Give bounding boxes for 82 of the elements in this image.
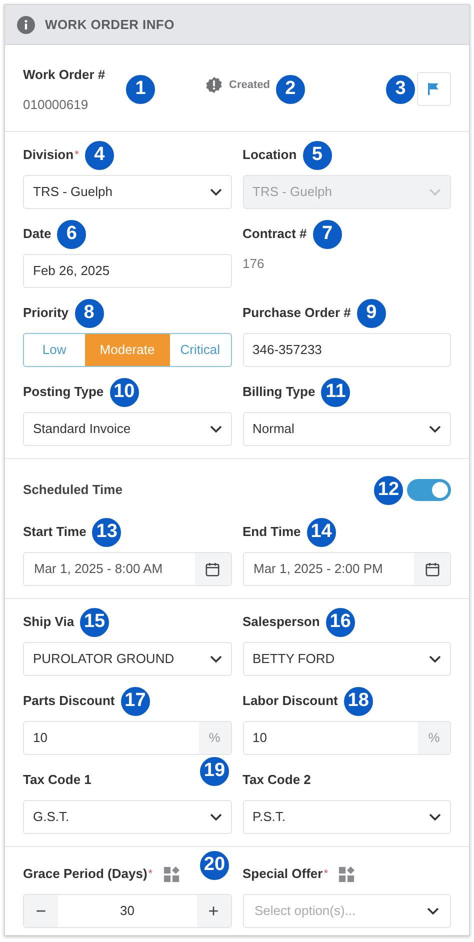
flag-icon	[428, 82, 440, 96]
number-marker: 18	[342, 684, 375, 718]
widgets-icon[interactable]	[162, 866, 180, 882]
dropdown[interactable]: P.S.T.	[242, 800, 451, 834]
field-label: Grace Period (Days)	[23, 865, 148, 884]
field-label: Parts Discount	[23, 692, 115, 710]
dropdown[interactable]: G.S.T.	[23, 800, 232, 834]
input-field[interactable]: 10 %	[242, 721, 451, 755]
dropdown[interactable]: BETTY FORD	[242, 642, 451, 676]
field-label: Division	[23, 146, 74, 164]
number-marker: 12	[372, 474, 405, 506]
field-label: End Time	[242, 523, 301, 542]
calendar-icon[interactable]	[424, 562, 440, 576]
dropdown[interactable]: TRS - Guelph	[23, 175, 232, 209]
number-marker: 6	[55, 218, 88, 250]
field-value: 176	[242, 256, 264, 271]
number-marker: 4	[82, 138, 116, 172]
chevron-down-icon	[210, 425, 222, 433]
field-label: Posting Type	[23, 383, 104, 402]
widgets-icon[interactable]	[338, 866, 355, 882]
chevron-down-icon	[429, 188, 441, 196]
number-marker: 8	[72, 296, 106, 330]
input-field[interactable]: 346-357233	[242, 333, 451, 367]
decrement-button[interactable]: −	[24, 895, 58, 927]
field-label: Tax Code 2	[242, 771, 311, 790]
flag-button[interactable]	[417, 72, 451, 106]
chevron-down-icon	[210, 655, 222, 663]
chevron-down-icon	[210, 188, 222, 196]
dropdown[interactable]: Normal	[242, 412, 451, 446]
field-label: Ship Via	[23, 613, 74, 632]
field-label: Special Offer	[242, 865, 323, 884]
number-marker: 17	[118, 684, 152, 718]
field-label: Purchase Order #	[242, 304, 351, 322]
field-label: Salesperson	[242, 613, 320, 632]
required-mark: *	[148, 867, 153, 882]
section-label: Scheduled Time	[23, 481, 122, 500]
increment-button[interactable]: +	[196, 895, 230, 927]
dropdown[interactable]: Standard Invoice	[23, 412, 232, 446]
field-label: Date	[23, 225, 52, 244]
number-marker: 15	[78, 606, 112, 638]
chevron-down-icon	[429, 655, 441, 663]
number-marker: 5	[300, 138, 334, 172]
info-icon	[17, 16, 35, 34]
required-mark: *	[324, 867, 328, 882]
panel-title: WORK ORDER INFO	[45, 16, 174, 34]
number-marker: 11	[319, 376, 352, 408]
chevron-down-icon	[427, 907, 439, 915]
field-label: Contract #	[242, 225, 307, 244]
field-label: Start Time	[23, 523, 86, 542]
status-label: Created	[229, 78, 270, 93]
chevron-down-icon	[210, 813, 222, 821]
input-field[interactable]: 10 %	[23, 721, 232, 755]
number-marker: 2	[274, 73, 307, 106]
field-label: Billing Type	[242, 383, 316, 402]
input-field[interactable]: Feb 26, 2025	[23, 254, 232, 288]
number-marker: 7	[310, 218, 344, 250]
number-marker: 1	[124, 73, 157, 106]
dropdown[interactable]: PUROLATOR GROUND	[23, 642, 232, 676]
number-marker: 3	[384, 73, 417, 106]
number-marker: 13	[90, 516, 124, 548]
number-marker: 20	[198, 849, 231, 882]
required-mark: *	[74, 148, 79, 163]
toggle-switch[interactable]	[407, 479, 451, 501]
date-time-field[interactable]: Mar 1, 2025 - 8:00 AM	[23, 552, 232, 586]
field-label: Work Order #	[23, 66, 106, 84]
calendar-icon[interactable]	[205, 562, 220, 576]
number-marker: 9	[354, 296, 388, 330]
field-label: Labor Discount	[242, 692, 338, 710]
date-time-field[interactable]: Mar 1, 2025 - 2:00 PM	[242, 552, 451, 586]
field-label: Priority	[23, 304, 69, 322]
number-input[interactable]: 30	[58, 901, 196, 921]
dropdown: TRS - Guelph	[242, 175, 451, 209]
field-label: Location	[242, 146, 297, 164]
alert-badge-icon	[205, 76, 223, 94]
field-label: Tax Code 1	[23, 771, 92, 790]
chevron-down-icon	[429, 813, 441, 821]
number-marker: 14	[304, 516, 338, 548]
chevron-down-icon	[429, 425, 441, 433]
number-marker: 10	[108, 376, 141, 408]
number-marker: 16	[324, 606, 357, 638]
work-order-number: 010000619	[23, 96, 90, 114]
number-marker: 19	[198, 755, 231, 788]
